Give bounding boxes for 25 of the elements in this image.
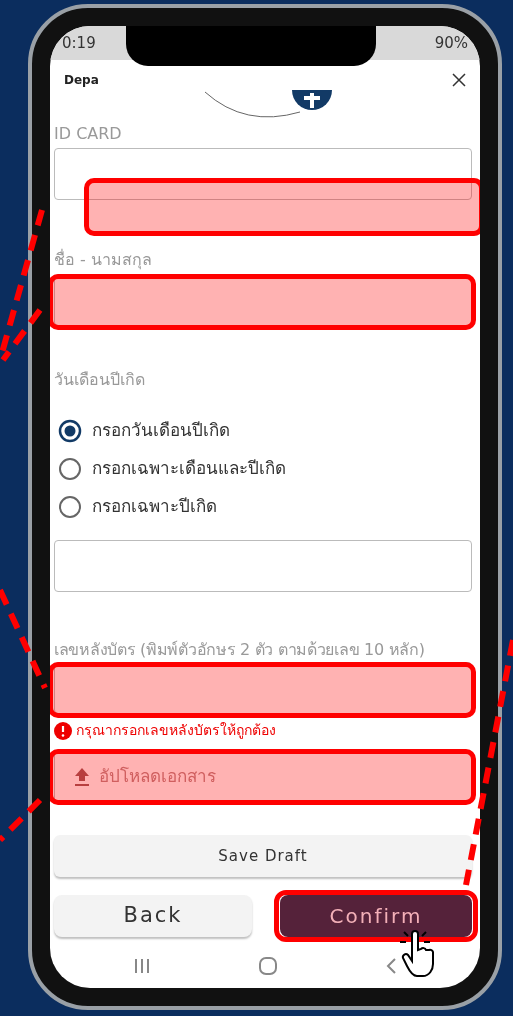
battery-level: 90% xyxy=(434,32,468,54)
field-label: ID CARD xyxy=(54,123,123,145)
app-title: Depa xyxy=(64,72,99,89)
text-input[interactable] xyxy=(54,148,472,200)
back-icon[interactable] xyxy=(384,957,397,975)
upload-icon xyxy=(73,767,91,787)
radio-option[interactable]: กรอกเฉพาะปีเกิด xyxy=(58,494,476,520)
field-label: เลขหลังบัตร (พิมพ์ตัวอักษร 2 ตัว ตามด้วยเลข 10 หลัก) xyxy=(54,639,426,661)
radio-unchecked-icon xyxy=(58,495,82,519)
back-button[interactable]: Back xyxy=(54,895,252,937)
error-message: กรุณากรอกเลขหลังบัตรให้ถูกต้อง xyxy=(76,721,276,741)
recent-apps-icon[interactable] xyxy=(133,958,152,974)
status-time: 0:19 xyxy=(62,32,96,54)
field-label: วันเดือนปีเกิด xyxy=(54,369,146,391)
field-label: ชื่อ - นามสกุล xyxy=(54,248,153,272)
radio-checked-icon xyxy=(58,419,82,443)
home-icon[interactable] xyxy=(258,956,278,976)
save-draft-button[interactable]: Save Draft xyxy=(54,835,472,877)
date-input[interactable] xyxy=(54,540,472,592)
error-icon xyxy=(54,721,72,740)
radio-option[interactable]: กรอกวันเดือนปีเกิด xyxy=(58,418,476,444)
confirm-button[interactable]: Confirm xyxy=(280,895,472,937)
radio-option[interactable]: กรอกเฉพาะเดือนและปีเกิด xyxy=(58,456,476,482)
close-icon[interactable] xyxy=(452,73,466,87)
radio-unchecked-icon xyxy=(58,457,82,481)
